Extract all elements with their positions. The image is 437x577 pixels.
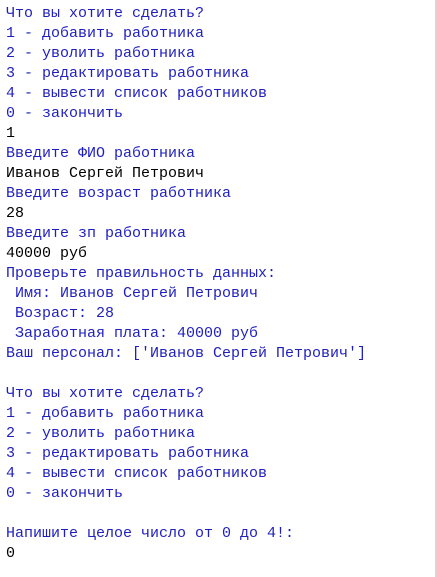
console-line: 2 - уволить работника	[6, 45, 196, 62]
console-line: 1 - добавить работника	[6, 25, 205, 42]
console-line: Имя: Иванов Сергей Петрович	[6, 285, 259, 302]
console-line: Заработная плата: 40000 руб	[6, 325, 259, 342]
console-line: Что вы хотите сделать?	[6, 5, 205, 22]
console-line: 2 - уволить работника	[6, 425, 196, 442]
console-input-line: 1	[6, 125, 16, 142]
console-line: 3 - редактировать работника	[6, 65, 250, 82]
console-line: Введите ФИО работника	[6, 145, 196, 162]
console-line: Возраст: 28	[6, 305, 115, 322]
console-line: Напишите целое число от 0 до 4!:	[6, 525, 295, 542]
console-line: Введите возраст работника	[6, 185, 232, 202]
console-line: 1 - добавить работника	[6, 405, 205, 422]
console-lines: Что вы хотите сделать? 1 - добавить рабо…	[6, 4, 435, 564]
console-line: Что вы хотите сделать?	[6, 385, 205, 402]
console-output[interactable]: Что вы хотите сделать? 1 - добавить рабо…	[0, 0, 437, 577]
console-input-line: 40000 руб	[6, 245, 88, 262]
console-line: Ваш персонал: ['Иванов Сергей Петрович']	[6, 345, 367, 362]
console-input-line: 28	[6, 205, 25, 222]
console-line: 3 - редактировать работника	[6, 445, 250, 462]
console-input-line: 0	[6, 545, 16, 562]
console-line: 4 - вывести список работников	[6, 465, 268, 482]
console-line: 4 - вывести список работников	[6, 85, 268, 102]
console-line: Введите зп работника	[6, 225, 187, 242]
console-input-line: Иванов Сергей Петрович	[6, 165, 205, 182]
console-line: 0 - закончить	[6, 105, 124, 122]
console-line: 0 - закончить	[6, 485, 124, 502]
console-line: Проверьте правильность данных:	[6, 265, 277, 282]
